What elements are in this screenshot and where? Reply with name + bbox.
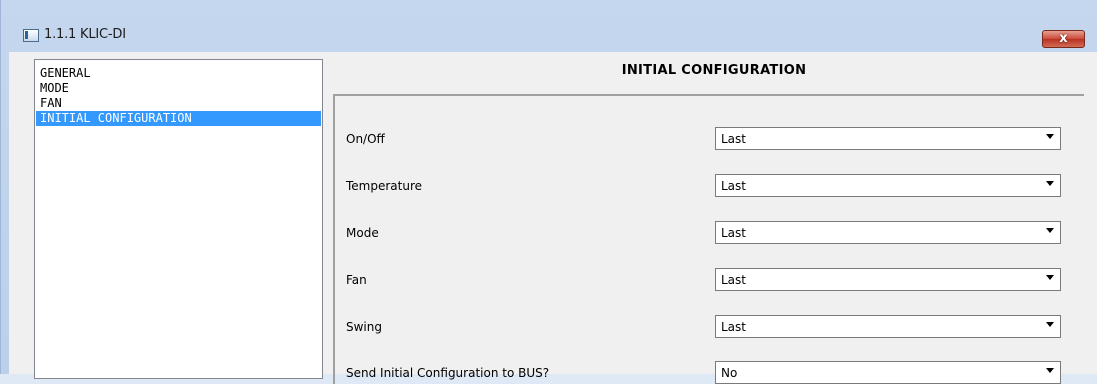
nav-item-initial-configuration[interactable]: INITIAL CONFIGURATION <box>36 111 321 126</box>
param-label-fan: Fan <box>346 273 367 287</box>
param-label-send-initial-config: Send Initial Configuration to BUS? <box>346 366 550 380</box>
dropdown-arrow-icon[interactable] <box>1046 134 1054 139</box>
swing-select[interactable]: Last <box>715 315 1061 338</box>
select-value: No <box>721 366 738 380</box>
panel-title: INITIAL CONFIGURATION <box>621 63 807 78</box>
param-label-swing: Swing <box>346 320 382 334</box>
select-value: Last <box>721 226 746 240</box>
select-value: Last <box>721 320 746 334</box>
dropdown-arrow-icon[interactable] <box>1046 368 1054 373</box>
select-value: Last <box>721 179 746 193</box>
app-window-icon <box>23 29 39 42</box>
app-window: 1.1.1 KLIC-DI x GENERAL MODE FAN INITIAL… <box>0 0 1097 384</box>
select-value: Last <box>721 273 746 287</box>
nav-item-fan[interactable]: FAN <box>36 96 321 111</box>
fan-select[interactable]: Last <box>715 268 1061 291</box>
dropdown-arrow-icon[interactable] <box>1046 275 1054 280</box>
send-initial-config-select[interactable]: No <box>715 361 1061 384</box>
on-off-select[interactable]: Last <box>715 127 1061 150</box>
dropdown-arrow-icon[interactable] <box>1046 322 1054 327</box>
param-label-temperature: Temperature <box>346 179 423 193</box>
nav-item-general[interactable]: GENERAL <box>36 66 321 81</box>
navigation-list[interactable]: GENERAL MODE FAN INITIAL CONFIGURATION <box>34 59 323 379</box>
window-title: 1.1.1 KLIC-DI <box>44 27 126 42</box>
dropdown-arrow-icon[interactable] <box>1046 228 1054 233</box>
temperature-select[interactable]: Last <box>715 174 1061 197</box>
parameters-panel: On/Off Last Temperature Last Mode Last F… <box>333 94 1084 384</box>
title-bar[interactable]: 1.1.1 KLIC-DI x <box>1 0 1097 52</box>
param-label-mode: Mode <box>346 226 379 240</box>
select-value: Last <box>721 132 746 146</box>
dropdown-arrow-icon[interactable] <box>1046 181 1054 186</box>
mode-select[interactable]: Last <box>715 221 1061 244</box>
nav-item-mode[interactable]: MODE <box>36 81 321 96</box>
dialog-body: GENERAL MODE FAN INITIAL CONFIGURATION I… <box>9 52 1097 384</box>
close-button[interactable]: x <box>1042 30 1085 48</box>
param-label-on-off: On/Off <box>346 132 385 146</box>
close-icon: x <box>1059 31 1068 46</box>
